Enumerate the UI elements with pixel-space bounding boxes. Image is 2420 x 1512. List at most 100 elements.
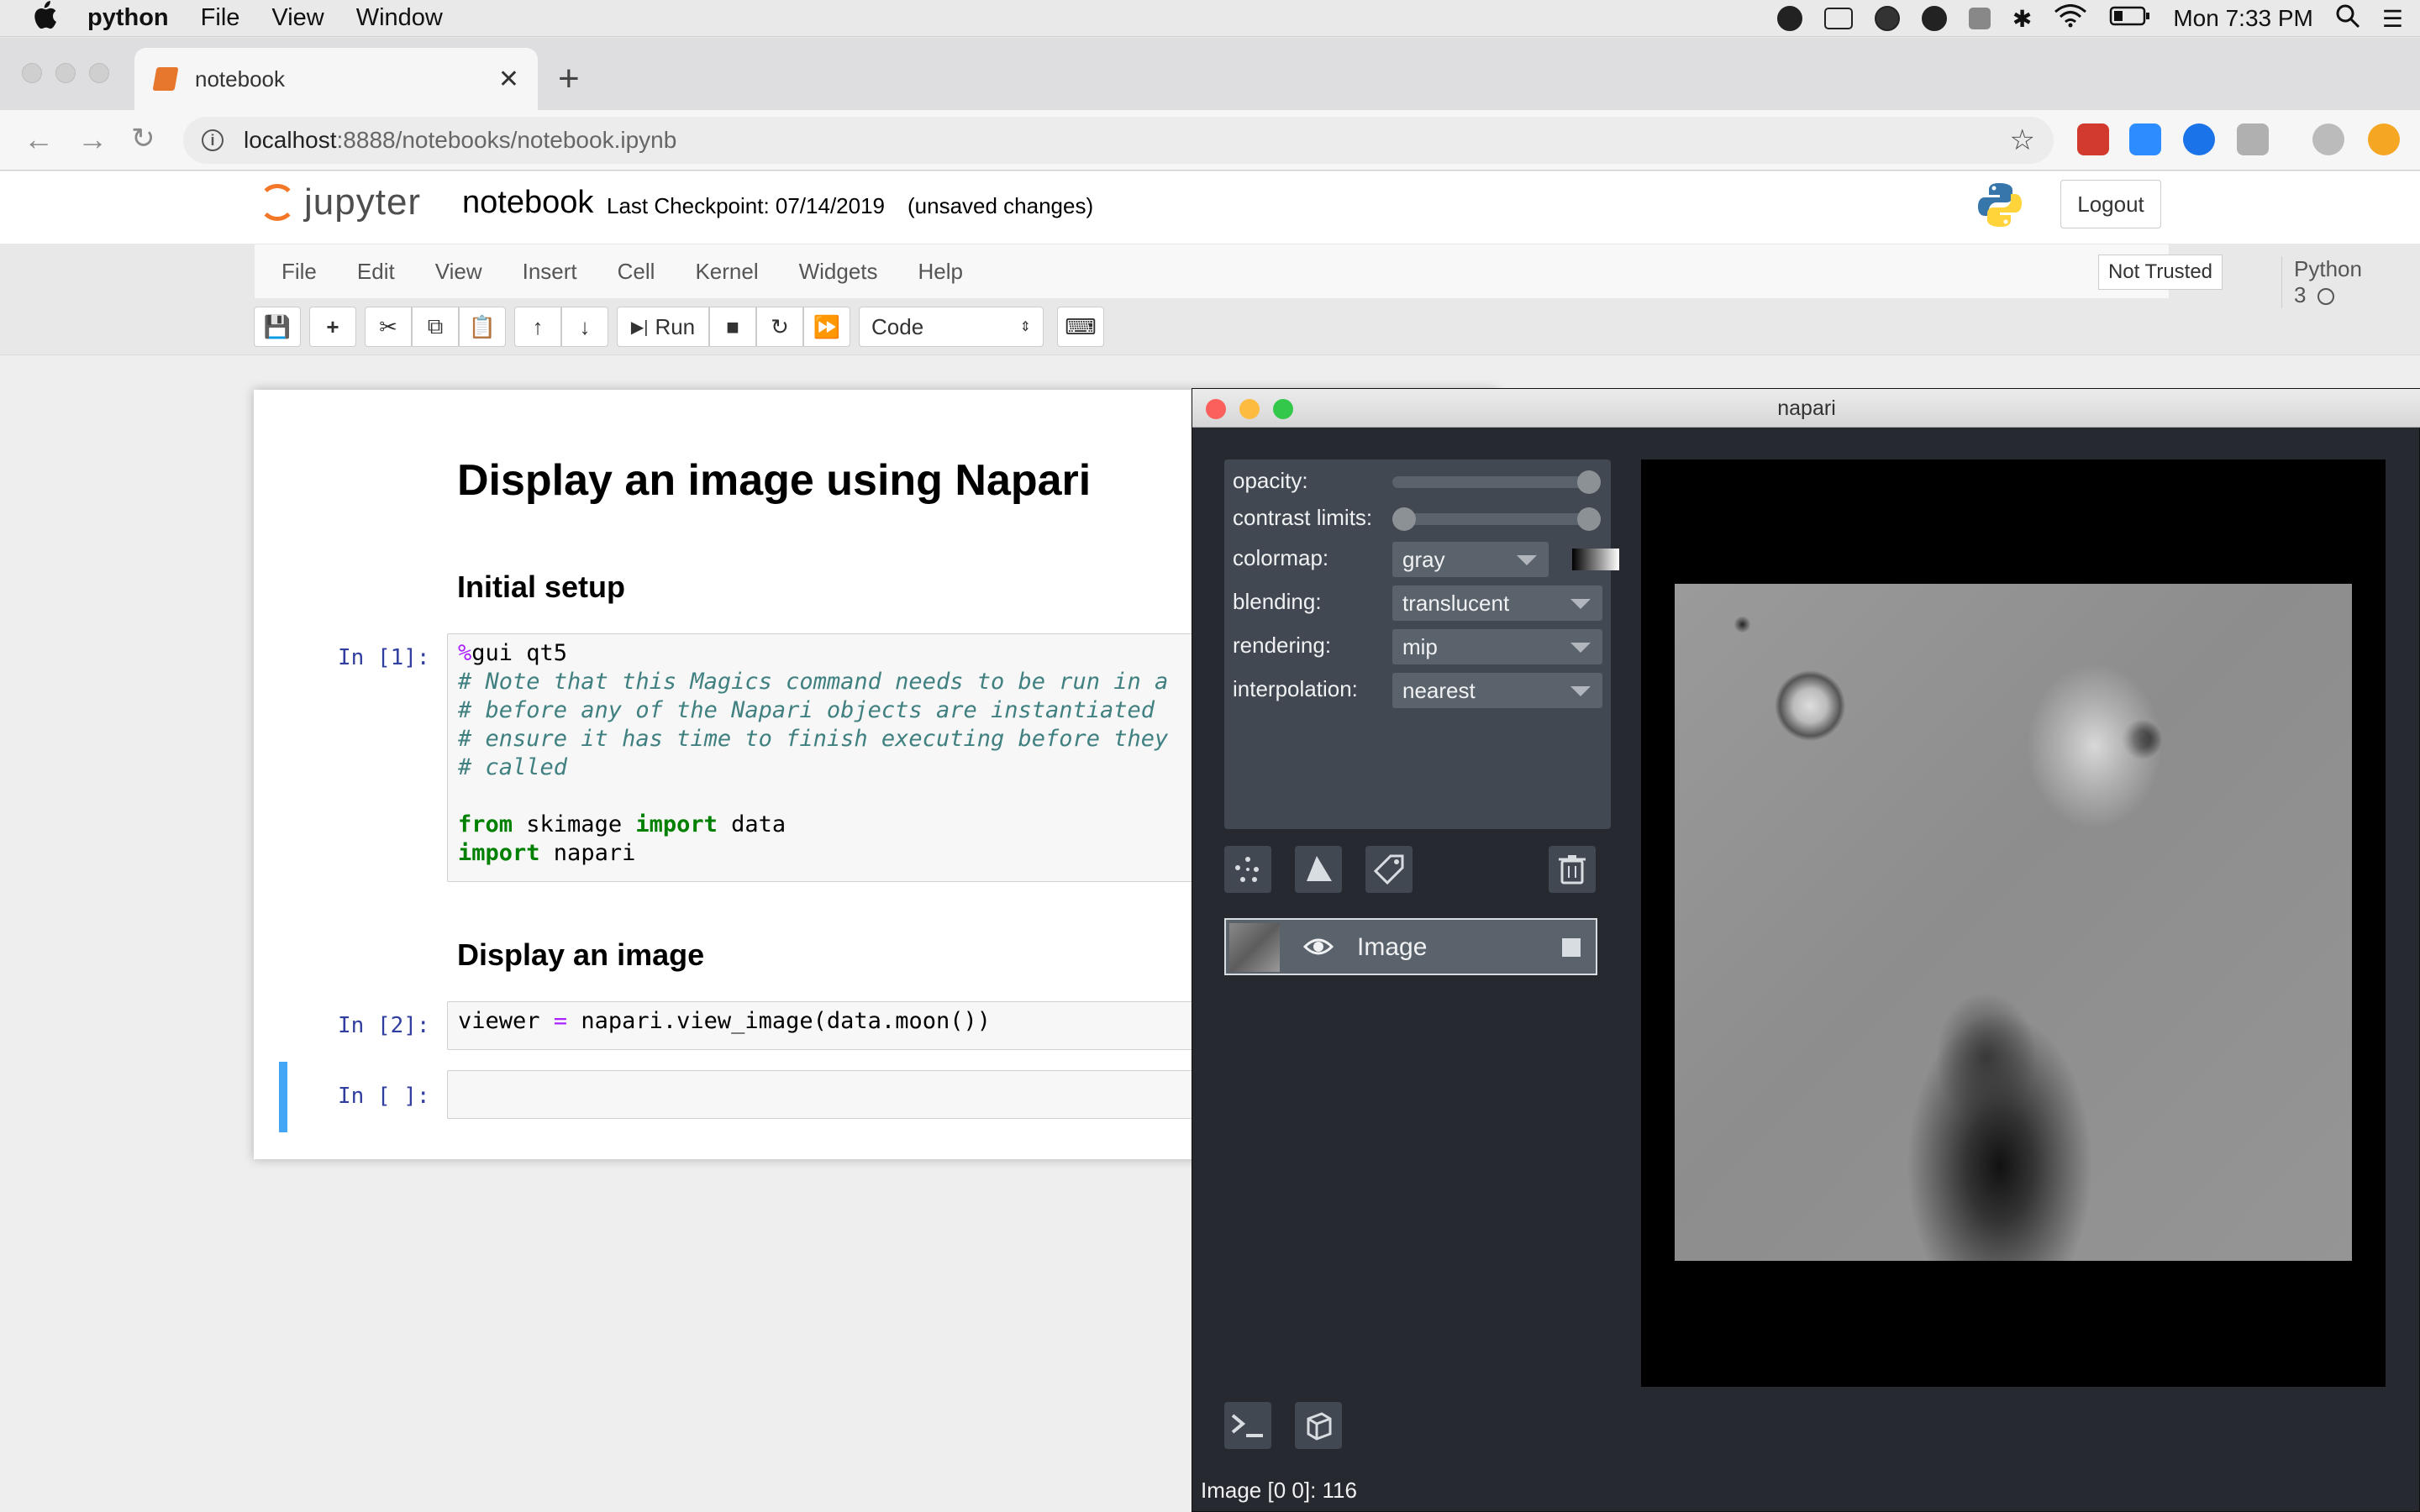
reload-icon[interactable]: ↻ — [131, 122, 155, 155]
rendering-value: mip — [1402, 634, 1438, 659]
browser-tab[interactable]: notebook ✕ — [134, 48, 538, 110]
opacity-slider[interactable] — [1392, 470, 1601, 494]
wifi-icon[interactable] — [2054, 3, 2087, 34]
trash-icon — [1559, 855, 1586, 885]
opacity-slider-handle[interactable] — [1577, 470, 1601, 494]
restart-button[interactable]: ↻ — [756, 307, 803, 347]
cut-button[interactable]: ✂ — [365, 307, 412, 347]
drive-icon[interactable] — [1968, 8, 1991, 29]
site-info-icon[interactable]: i — [202, 129, 224, 151]
menu-widgets[interactable]: Widgets — [799, 259, 878, 285]
battery-icon[interactable] — [2109, 5, 2151, 33]
logout-button[interactable]: Logout — [2060, 180, 2161, 228]
keyword-import: import — [635, 811, 718, 837]
new-tab-button[interactable]: + — [558, 58, 580, 100]
notification-center-icon[interactable]: ☰ — [2382, 5, 2403, 33]
rendering-select[interactable]: mip — [1392, 629, 1602, 664]
menu-kernel[interactable]: Kernel — [695, 259, 758, 285]
window-zoom-button[interactable] — [89, 63, 109, 83]
bluetooth-icon[interactable]: ✱ — [2012, 5, 2032, 33]
opacity-label: opacity: — [1233, 468, 1308, 493]
contrast-max-handle[interactable] — [1577, 507, 1601, 531]
dropdown-arrow-icon — [1570, 599, 1591, 609]
jupyter-wordmark: jupyter — [304, 181, 422, 223]
jupyter-logo[interactable]: jupyter — [259, 181, 421, 223]
run-button[interactable]: ▶| Run — [617, 307, 709, 347]
insert-cell-button[interactable]: + — [309, 307, 356, 347]
napari-zoom-button[interactable] — [1273, 399, 1293, 419]
points-icon — [1235, 857, 1259, 882]
notebook-name[interactable]: notebook — [462, 185, 593, 221]
contrast-limits-slider[interactable] — [1392, 507, 1601, 531]
cell-type-select[interactable]: Code ⇕ — [859, 307, 1044, 347]
extension-red-icon[interactable] — [2077, 123, 2109, 155]
menu-cell[interactable]: Cell — [618, 259, 655, 285]
run-label: Run — [655, 313, 696, 339]
menubar-view[interactable]: View — [271, 4, 324, 32]
tab-close-icon[interactable]: ✕ — [498, 65, 519, 94]
save-icon: 💾 — [263, 313, 292, 339]
cloud-icon[interactable] — [1921, 6, 1947, 31]
creative-cloud-icon[interactable] — [1874, 6, 1900, 31]
forward-arrow-icon[interactable]: → — [77, 122, 108, 157]
menubar-file[interactable]: File — [201, 4, 240, 32]
copy-button[interactable]: ⧉ — [412, 307, 459, 347]
new-points-layer-button[interactable] — [1224, 846, 1271, 893]
move-down-button[interactable]: ↓ — [561, 307, 608, 347]
command-palette-button[interactable]: ⌨ — [1057, 307, 1104, 347]
run-button-group: ▶| Run ■ ↻ ⏩ — [617, 307, 850, 347]
menu-edit[interactable]: Edit — [357, 259, 395, 285]
cube-icon — [1307, 1412, 1332, 1441]
menubar-clock[interactable]: Mon 7:33 PM — [2173, 5, 2313, 32]
zoom-extension-icon[interactable] — [2129, 123, 2161, 155]
interrupt-button[interactable]: ■ — [709, 307, 756, 347]
code-operator: = — [553, 1008, 568, 1034]
blending-select[interactable]: translucent — [1392, 585, 1602, 621]
menubar-app-name[interactable]: python — [87, 4, 169, 32]
napari-minimize-button[interactable] — [1239, 399, 1260, 419]
menu-file[interactable]: File — [281, 259, 317, 285]
browser-toolbar: ← → ↻ i localhost:8888/notebooks/noteboo… — [0, 110, 2420, 171]
colormap-select[interactable]: gray — [1392, 542, 1549, 577]
moon-image — [1675, 584, 2352, 1261]
paste-button[interactable]: 📋 — [459, 307, 506, 347]
menu-insert[interactable]: Insert — [523, 259, 577, 285]
update-icon[interactable] — [2368, 123, 2400, 155]
not-trusted-button[interactable]: Not Trusted — [2098, 255, 2223, 290]
napari-close-button[interactable] — [1206, 399, 1226, 419]
last-checkpoint: Last Checkpoint: 07/14/2019 — [607, 193, 886, 218]
toggle-3d-button[interactable] — [1295, 1402, 1342, 1449]
macos-menubar: python File View Window ✱ Mon 7:33 PM ☰ — [0, 0, 2420, 37]
move-up-button[interactable]: ↑ — [514, 307, 561, 347]
python-logo-icon — [1978, 183, 2022, 227]
window-minimize-button[interactable] — [55, 63, 76, 83]
bookmark-star-icon[interactable]: ☆ — [2010, 123, 2035, 157]
address-bar[interactable]: i localhost:8888/notebooks/notebook.ipyn… — [183, 117, 2054, 164]
new-labels-layer-button[interactable] — [1365, 846, 1413, 893]
notebook-heading: Display an image using Napari — [457, 456, 1092, 505]
notebook-favicon-icon — [152, 67, 179, 91]
extension-cast-icon[interactable] — [2237, 123, 2269, 155]
layer-list-item-image[interactable]: Image — [1224, 918, 1597, 975]
contrast-min-handle[interactable] — [1392, 507, 1416, 531]
apple-icon[interactable] — [32, 0, 57, 36]
menubar-window[interactable]: Window — [356, 4, 443, 32]
delete-layer-button[interactable] — [1549, 846, 1596, 893]
screen-icon[interactable] — [1823, 8, 1853, 29]
layer-name[interactable]: Image — [1357, 933, 1427, 962]
menu-help[interactable]: Help — [918, 259, 963, 285]
extension-blue-circle-icon[interactable] — [2183, 123, 2215, 155]
hat-icon[interactable] — [1776, 6, 1802, 31]
window-close-button[interactable] — [22, 63, 42, 83]
spotlight-search-icon[interactable] — [2335, 3, 2360, 34]
back-arrow-icon[interactable]: ← — [24, 122, 54, 157]
console-button[interactable] — [1224, 1402, 1271, 1449]
restart-run-all-button[interactable]: ⏩ — [803, 307, 850, 347]
interpolation-select[interactable]: nearest — [1392, 673, 1602, 708]
visibility-eye-icon[interactable] — [1303, 933, 1334, 960]
profile-avatar-icon[interactable] — [2312, 123, 2344, 155]
save-button[interactable]: 💾 — [254, 307, 301, 347]
new-shapes-layer-button[interactable] — [1295, 846, 1342, 893]
menu-view[interactable]: View — [435, 259, 482, 285]
napari-canvas[interactable] — [1641, 459, 2386, 1387]
